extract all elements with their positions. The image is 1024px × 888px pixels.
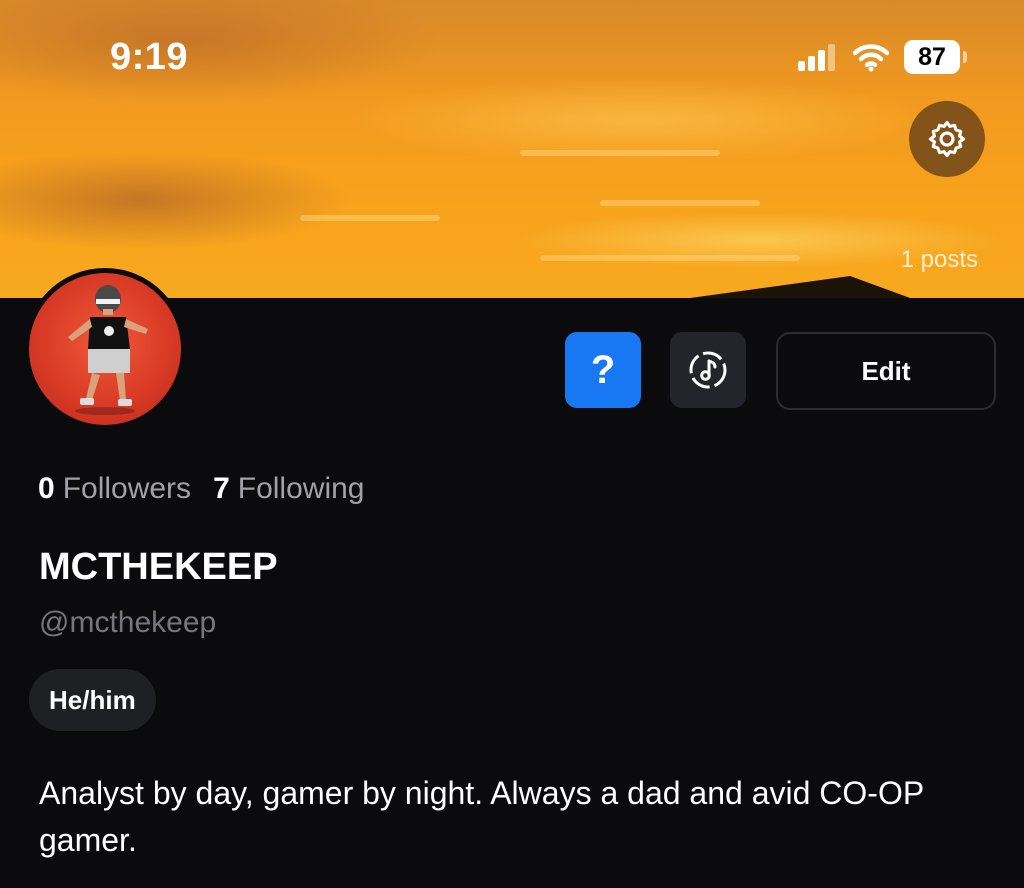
question-mark-icon: ? — [590, 347, 616, 392]
followers-label: Followers — [62, 472, 192, 505]
battery-icon: 87 — [904, 40, 967, 74]
battery-level: 87 — [918, 42, 946, 71]
profile-music-button[interactable] — [670, 332, 746, 408]
avatar[interactable] — [24, 268, 186, 430]
music-note-icon — [689, 351, 727, 389]
followers-link[interactable]: 0 Followers — [38, 472, 191, 506]
settings-button[interactable] — [909, 101, 985, 177]
house-silhouette — [690, 276, 910, 298]
cellular-signal-icon — [798, 44, 835, 71]
status-icons: 87 — [798, 40, 967, 74]
display-name: MCTHEKEEP — [39, 546, 278, 588]
following-label: Following — [237, 472, 365, 505]
following-count: 7 — [213, 472, 230, 505]
avatar-image — [29, 273, 181, 425]
followers-count: 0 — [38, 472, 55, 505]
wifi-icon — [852, 44, 890, 72]
following-link[interactable]: 7 Following — [213, 472, 364, 506]
avatar-character — [68, 285, 148, 415]
help-button[interactable]: ? — [565, 332, 641, 408]
posts-count: 1 posts — [900, 246, 978, 273]
status-time: 9:19 — [110, 36, 189, 78]
username-handle: @mcthekeep — [39, 606, 217, 639]
profile-bio: Analyst by day, gamer by night. Always a… — [39, 775, 924, 858]
gear-icon — [928, 120, 966, 158]
pronouns-badge: He/him — [29, 669, 156, 731]
follow-stats: 0 Followers 7 Following — [38, 472, 364, 506]
profile-actions: ? — [565, 332, 746, 408]
edit-profile-button[interactable]: Edit — [776, 332, 996, 410]
